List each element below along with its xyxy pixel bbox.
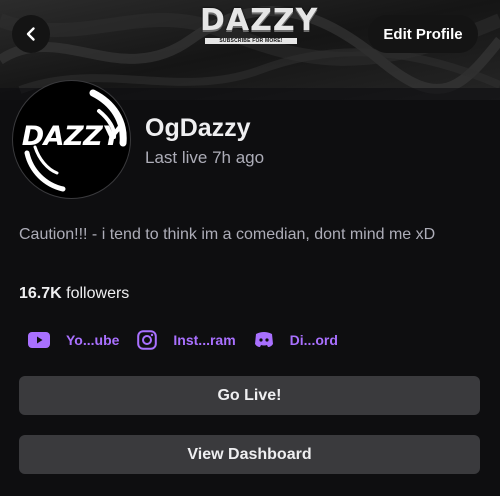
social-links: Yo...ube Inst...ram Di...ord [28,329,356,351]
avatar-text: DAZZY [21,121,122,152]
discord-icon [254,331,274,349]
social-link-label: Inst...ram [173,332,236,348]
last-live-status: Last live 7h ago [145,148,265,167]
followers-number: 16.7K [19,285,62,302]
social-link-discord[interactable]: Di...ord [254,331,338,349]
username: OgDazzy [145,114,251,142]
banner-logo-text: DAZZY [200,3,319,38]
banner-logo-tagline: SUBSCRIBE FOR MORE! [205,38,297,44]
back-button[interactable] [12,15,50,53]
instagram-icon [137,330,158,350]
banner-logo: DAZZY SUBSCRIBE FOR MORE! [200,3,319,44]
avatar: DAZZY [12,80,131,199]
social-link-instagram[interactable]: Inst...ram [137,330,236,350]
social-link-label: Yo...ube [66,332,120,348]
social-link-youtube[interactable]: Yo...ube [28,332,119,348]
chevron-left-icon [26,27,35,41]
go-live-button[interactable]: Go Live! [19,376,480,415]
edit-profile-button[interactable]: Edit Profile [368,15,478,53]
social-link-label: Di...ord [289,332,338,348]
followers-count: 16.7K followers [19,285,129,303]
followers-label: followers [66,285,130,302]
profile-bio: Caution!!! - i tend to think im a comedi… [19,226,436,243]
youtube-icon [28,332,50,348]
view-dashboard-button[interactable]: View Dashboard [19,435,480,474]
